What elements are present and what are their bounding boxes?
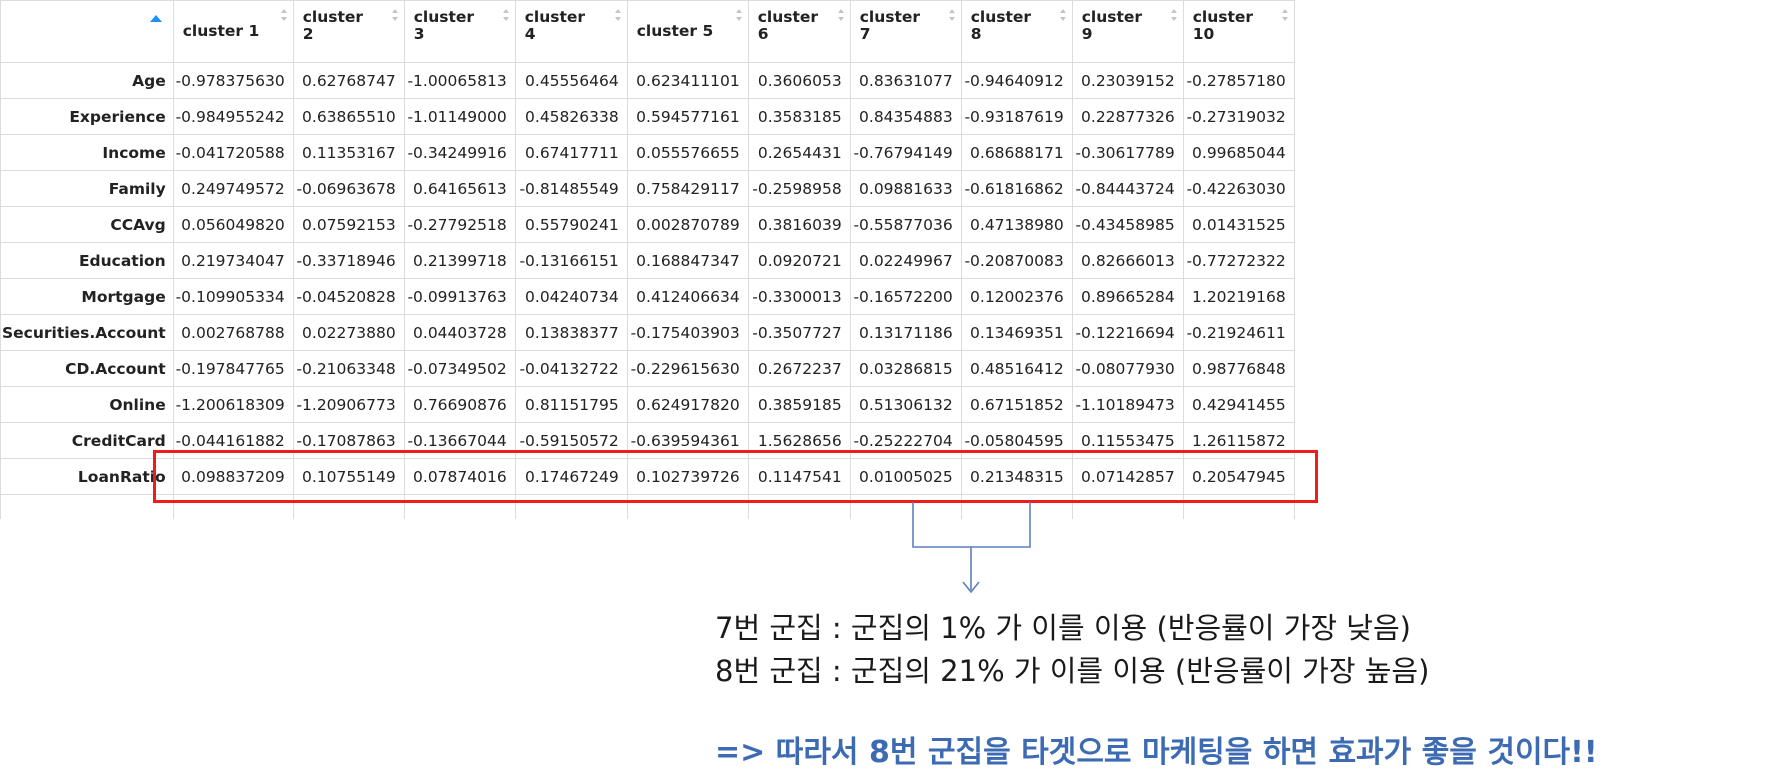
annotation-line-2: 8번 군집 : 군집의 21% 가 이를 이용 (반응률이 가장 높음) <box>715 654 1430 688</box>
annotation-line-1: 7번 군집 : 군집의 1% 가 이를 이용 (반응률이 가장 낮음) <box>715 611 1411 645</box>
bracket-line <box>912 502 1031 548</box>
conclusion-text: => 따라서 8번 군집을 타겟으로 마케팅을 하면 효과가 좋을 것이다!! <box>715 735 1598 770</box>
